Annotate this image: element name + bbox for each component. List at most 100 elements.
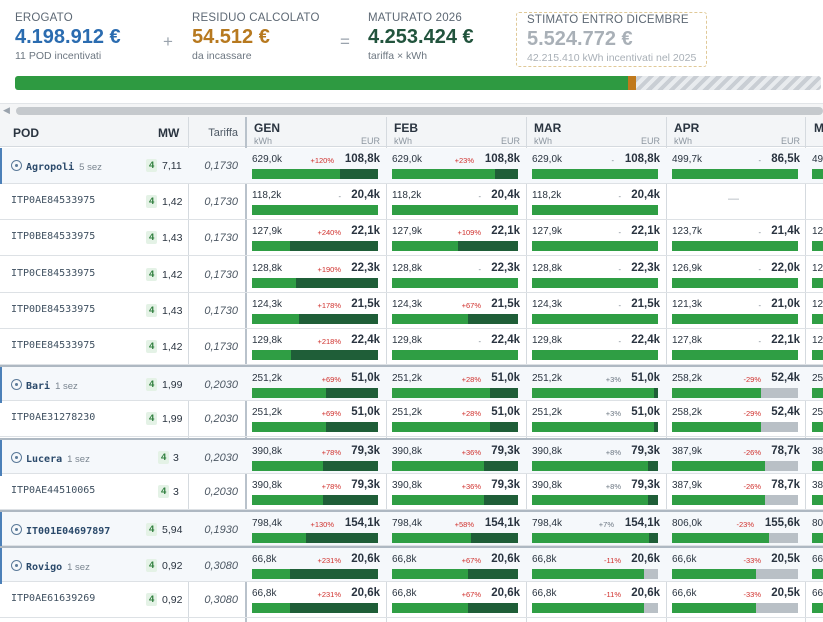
month-cell-mar[interactable]: 251,2k 51,0k +3% [526,367,666,403]
month-cell-feb[interactable]: 127,9k 22,1k +109% [386,220,526,256]
table-row[interactable]: ITP0DE84533975 4 1,43 0,1730 124,3k 21,5k +178… [0,293,823,329]
eur-value: 22,4k [631,334,660,346]
month-cell-apr[interactable]: — [666,184,806,220]
horizontal-scrollbar[interactable]: ◀ [0,103,823,117]
header-pod[interactable]: POD MW [0,117,188,147]
pod-name[interactable]: ITP0EE84533975 [11,340,95,351]
month-cell-apr[interactable]: 66,6k 20,5k -33% [666,582,806,618]
table-row[interactable]: ITP0AE84533975 4 1,42 0,1730 118,2k 20,4k -118… [0,184,823,221]
month-cell-mar[interactable]: 127,9k 22,1k - [526,220,666,256]
month-cell-feb[interactable]: 129,8k 22,4k - [386,329,526,365]
group-row[interactable]: Agropoli 5 sez 4 7,11 0,1730 629,0k 108,8k +120… [0,148,823,184]
month-cell-gen[interactable]: 390,8k 79,3k +78% [246,440,386,476]
pod-name[interactable]: ITP0DE84533975 [11,304,95,315]
group-row[interactable]: Rovigo 1 sez 4 0,92 0,3080 66,8k 20,6k +231% 66,… [0,546,823,585]
month-cell-mar[interactable]: 629,0k 108,8k - [526,148,666,184]
month-cell-gen[interactable]: 127,9k 22,1k +240% [246,220,386,256]
table-row[interactable]: ITP0AE31278230 4 1,99 0,2030 251,2k 51,0k +69%… [0,401,823,438]
month-cell-apr[interactable]: 258,2k 52,4k -29% [666,367,806,403]
month-cell-feb[interactable]: 251,2k 51,0k +28% [386,401,526,437]
group-row[interactable]: Lucera 1 sez 4 3 0,2030 390,8k 79,3k +78% 390,8k… [0,437,823,476]
month-cell-feb[interactable]: 629,0k 108,8k +23% [386,148,526,184]
pod-name[interactable]: ITP0AE84533975 [11,195,95,206]
header-month-feb[interactable]: FEB kWh EUR [386,117,526,147]
month-cell-feb[interactable]: 390,8k 79,3k +36% [386,474,526,510]
scrollbar-thumb[interactable] [16,107,823,115]
table-row[interactable]: ITP0AE61639269 4 0,92 0,3080 66,8k 20,6k +231%… [0,582,823,619]
pod-name[interactable]: ITP0AE44510065 [11,485,95,496]
month-cell-mar[interactable]: 251,2k 51,0k +3% [526,401,666,437]
triangle-left-icon[interactable]: ◀ [3,105,10,116]
header-month-mar[interactable]: MAR kWh EUR [526,117,666,147]
month-cell-gen[interactable]: 251,2k 51,0k +69% [246,401,386,437]
pod-name[interactable]: Bari 1 sez [11,378,78,392]
month-cell-gen[interactable]: 129,8k 22,4k +218% [246,329,386,365]
header-month-gen[interactable]: GEN kWh EUR [246,117,386,147]
month-cell-apr[interactable]: 387,9k 78,7k -26% [666,474,806,510]
month-cell-gen[interactable]: 118,2k 20,4k - [246,184,386,220]
month-cell-mar[interactable]: 129,8k 22,4k - [526,329,666,365]
month-cell-gen[interactable]: 629,0k 108,8k +120% [246,148,386,184]
partial-month-value: 38 [812,445,823,457]
delta-percent: - [611,156,615,165]
pod-code: ITP0AE31278230 [11,412,96,424]
month-cell-feb[interactable]: 118,2k 20,4k - [386,184,526,220]
month-cell-mar[interactable]: 118,2k 20,4k - [526,184,666,220]
partial-month-bar [812,494,823,505]
month-cell-mar[interactable]: 390,8k 79,3k +8% [526,440,666,476]
month-cell-feb[interactable]: 66,8k 20,6k +67% [386,548,526,584]
pod-name[interactable]: IT001E04697897 [11,523,110,537]
month-cell-apr[interactable]: 126,9k 22,0k - [666,257,806,293]
pod-name[interactable]: ITP0CE84533975 [11,268,95,279]
group-row[interactable]: Bari 1 sez 4 1,99 0,2030 251,2k 51,0k +69% 251,2… [0,365,823,404]
delta-percent: +3% [605,375,621,385]
month-cell-feb[interactable]: 251,2k 51,0k +28% [386,367,526,403]
month-cell-feb[interactable]: 128,8k 22,3k - [386,257,526,293]
month-cell-mar[interactable]: 128,8k 22,3k - [526,257,666,293]
table-row[interactable]: ITP0CE84533975 4 1,42 0,1730 128,8k 22,3k +190… [0,257,823,293]
month-cell-apr[interactable]: 121,3k 21,0k - [666,293,806,329]
month-cell-apr[interactable]: 66,6k 20,5k -33% [666,548,806,584]
table-row[interactable]: ITP0AE44510065 4 3 0,2030 390,8k 79,3k +78% 390… [0,474,823,510]
month-cell-gen[interactable]: 798,4k 154,1k +130% [246,512,386,548]
month-cell-apr[interactable]: 499,7k 86,5k - [666,148,806,184]
table-row[interactable]: ITP0BE84533975 4 1,43 0,1730 127,9k 22,1k +240… [0,220,823,257]
month-cell-gen[interactable]: 390,8k 79,3k +78% [246,474,386,510]
month-cell-mar[interactable]: 390,8k 79,3k +8% [526,474,666,510]
month-cell-gen[interactable]: 251,2k 51,0k +69% [246,367,386,403]
month-cell-mar[interactable]: 66,8k 20,6k -11% [526,582,666,618]
bar-gap-segment [756,603,798,614]
month-cell-apr[interactable]: 123,7k 21,4k - [666,220,806,256]
header-month-apr[interactable]: APR kWh EUR [666,117,806,147]
kwh-value: 499,7k [672,154,703,165]
month-cell-gen[interactable]: 128,8k 22,3k +190% [246,257,386,293]
eur-value: 22,4k [491,334,520,346]
table-row[interactable]: ITP0EE84533975 4 1,42 0,1730 129,8k 22,4k +218… [0,329,823,365]
eur-value: 108,8k [624,153,660,165]
pod-name[interactable]: Rovigo 1 sez [11,559,90,573]
month-cell-apr[interactable]: 387,9k 78,7k -26% [666,440,806,476]
month-cell-feb[interactable]: 66,8k 20,6k +67% [386,582,526,618]
month-cell-feb[interactable]: 124,3k 21,5k +67% [386,293,526,329]
month-cell-mar[interactable]: 66,8k 20,6k -11% [526,548,666,584]
pod-name[interactable]: ITP0AE31278230 [11,412,95,423]
month-cell-gen[interactable]: 66,8k 20,6k +231% [246,548,386,584]
month-cell-apr[interactable]: 806,0k 155,6k -23% [666,512,806,548]
month-cell-apr[interactable]: 127,8k 22,1k - [666,329,806,365]
month-cell-mar[interactable]: 798,4k 154,1k +7% [526,512,666,548]
header-month-partial[interactable]: M [806,117,823,147]
pod-name[interactable]: ITP0AE61639269 [11,593,95,604]
delta-percent: - [758,300,762,310]
group-row[interactable]: IT001E04697897 4 5,94 0,1930 798,4k 154,1k +13… [0,510,823,548]
month-cell-feb[interactable]: 798,4k 154,1k +58% [386,512,526,548]
month-cell-apr[interactable]: 258,2k 52,4k -29% [666,401,806,437]
month-cell-feb[interactable]: 390,8k 79,3k +36% [386,440,526,476]
header-tariffa[interactable]: Tariffa [188,117,246,147]
pod-name[interactable]: Agropoli 5 sez [11,159,102,173]
month-cell-gen[interactable]: 66,8k 20,6k +231% [246,582,386,618]
delta-percent: +23% [454,156,474,165]
pod-name[interactable]: Lucera 1 sez [11,451,90,465]
pod-name[interactable]: ITP0BE84533975 [11,231,95,242]
month-cell-mar[interactable]: 124,3k 21,5k - [526,293,666,329]
month-cell-gen[interactable]: 124,3k 21,5k +178% [246,293,386,329]
